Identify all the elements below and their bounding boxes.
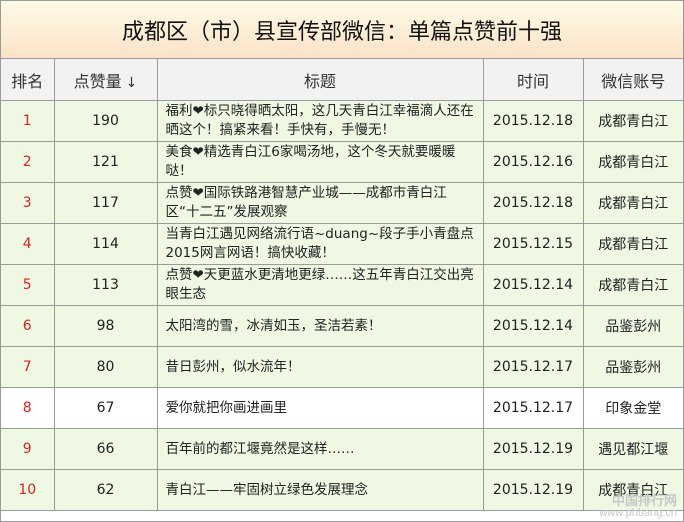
column-header-date[interactable]: 时间: [483, 59, 584, 101]
rank-cell: 10: [1, 469, 55, 511]
rank-cell: 2: [1, 141, 55, 183]
article-title-cell[interactable]: 百年前的都江堰竟然是这样……: [157, 428, 484, 470]
page-title: 成都区（市）县宣传部微信：单篇点赞前十强: [1, 1, 683, 59]
likes-cell: 80: [54, 346, 158, 388]
watermark-site-name: 中国排行网: [611, 493, 677, 508]
likes-cell: 62: [54, 469, 158, 511]
article-title-cell[interactable]: 青白江——牢固树立绿色发展理念: [157, 469, 484, 511]
article-title-cell[interactable]: 爱你就把你画进画里: [157, 387, 484, 429]
table-header-row: 排名 点赞量 ↓ 标题 时间 微信账号: [1, 59, 683, 101]
table-row: 3 117 点赞❤国际铁路港智慧产业城——成都市青白江区“十二五”发展观察 20…: [1, 182, 683, 224]
article-title-cell[interactable]: 当青白江遇见网络流行语~duang~段子手小青盘点2015网言网语！搞快收藏！: [157, 223, 484, 265]
site-watermark: 中国排行网 www.phbang.cn: [599, 493, 677, 519]
account-cell: 成都青白江: [583, 182, 683, 224]
rank-cell: 3: [1, 182, 55, 224]
date-cell: 2015.12.19: [483, 428, 584, 470]
likes-cell: 121: [54, 141, 158, 183]
table-row: 8 67 爱你就把你画进画里 2015.12.17 印象金堂: [1, 387, 683, 429]
account-cell: 成都青白江: [583, 264, 683, 306]
article-title-cell[interactable]: 太阳湾的雪，冰清如玉，圣洁若素！: [157, 305, 484, 347]
date-cell: 2015.12.18: [483, 182, 584, 224]
date-cell: 2015.12.18: [483, 100, 584, 142]
column-header-title[interactable]: 标题: [157, 59, 484, 101]
column-header-rank[interactable]: 排名: [1, 59, 55, 101]
date-cell: 2015.12.14: [483, 305, 584, 347]
article-title-cell[interactable]: 点赞❤天更蓝水更清地更绿……这五年青白江交出亮眼生态: [157, 264, 484, 306]
rank-cell: 9: [1, 428, 55, 470]
likes-cell: 117: [54, 182, 158, 224]
ranking-table-frame: 成都区（市）县宣传部微信：单篇点赞前十强 排名 点赞量 ↓ 标题 时间 微信账号 …: [0, 0, 684, 522]
article-title-cell[interactable]: 美食❤精选青白江6家喝汤地，这个冬天就要暖暖哒！: [157, 141, 484, 183]
account-cell: 成都青白江: [583, 141, 683, 183]
date-cell: 2015.12.17: [483, 387, 584, 429]
table-row: 10 62 青白江——牢固树立绿色发展理念 2015.12.19 成都青白江: [1, 469, 683, 511]
likes-cell: 67: [54, 387, 158, 429]
likes-cell: 66: [54, 428, 158, 470]
column-header-likes-label: 点赞量: [73, 71, 122, 91]
date-cell: 2015.12.19: [483, 469, 584, 511]
sort-descending-icon: ↓: [125, 74, 138, 91]
article-title-cell[interactable]: 点赞❤国际铁路港智慧产业城——成都市青白江区“十二五”发展观察: [157, 182, 484, 224]
date-cell: 2015.12.14: [483, 264, 584, 306]
ranking-table: 排名 点赞量 ↓ 标题 时间 微信账号 1 190 福利❤标只晓得晒太阳，这几天青…: [1, 59, 683, 511]
watermark-site-url: www.phbang.cn: [599, 507, 677, 519]
table-row: 2 121 美食❤精选青白江6家喝汤地，这个冬天就要暖暖哒！ 2015.12.1…: [1, 141, 683, 183]
table-row: 4 114 当青白江遇见网络流行语~duang~段子手小青盘点2015网言网语！…: [1, 223, 683, 265]
table-row: 5 113 点赞❤天更蓝水更清地更绿……这五年青白江交出亮眼生态 2015.12…: [1, 264, 683, 306]
account-cell: 成都青白江: [583, 100, 683, 142]
article-title-cell[interactable]: 福利❤标只晓得晒太阳，这几天青白江幸福滴人还在晒这个！搞紧来看！手快有，手慢无！: [157, 100, 484, 142]
table-row: 7 80 昔日彭州，似水流年！ 2015.12.17 品鉴彭州: [1, 346, 683, 388]
table-row: 1 190 福利❤标只晓得晒太阳，这几天青白江幸福滴人还在晒这个！搞紧来看！手快…: [1, 100, 683, 142]
account-cell: 成都青白江: [583, 223, 683, 265]
rank-cell: 1: [1, 100, 55, 142]
rank-cell: 6: [1, 305, 55, 347]
date-cell: 2015.12.16: [483, 141, 584, 183]
likes-cell: 190: [54, 100, 158, 142]
column-header-account[interactable]: 微信账号: [583, 59, 683, 101]
likes-cell: 114: [54, 223, 158, 265]
table-row: 6 98 太阳湾的雪，冰清如玉，圣洁若素！ 2015.12.14 品鉴彭州: [1, 305, 683, 347]
rank-cell: 7: [1, 346, 55, 388]
date-cell: 2015.12.15: [483, 223, 584, 265]
account-cell: 品鉴彭州: [583, 305, 683, 347]
rank-cell: 4: [1, 223, 55, 265]
likes-cell: 98: [54, 305, 158, 347]
account-cell: 印象金堂: [583, 387, 683, 429]
column-header-likes[interactable]: 点赞量 ↓: [54, 59, 158, 101]
table-row: 9 66 百年前的都江堰竟然是这样…… 2015.12.19 遇见都江堰: [1, 428, 683, 470]
date-cell: 2015.12.17: [483, 346, 584, 388]
rank-cell: 8: [1, 387, 55, 429]
likes-cell: 113: [54, 264, 158, 306]
account-cell: 品鉴彭州: [583, 346, 683, 388]
rank-cell: 5: [1, 264, 55, 306]
account-cell: 遇见都江堰: [583, 428, 683, 470]
article-title-cell[interactable]: 昔日彭州，似水流年！: [157, 346, 484, 388]
